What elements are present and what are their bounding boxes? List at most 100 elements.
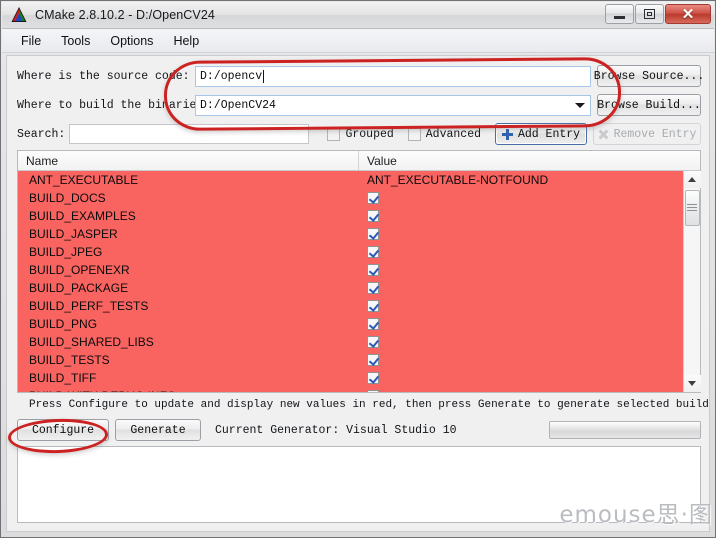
- column-header-value[interactable]: Value: [359, 151, 700, 170]
- watermark: emouse思·图: [559, 502, 713, 528]
- search-label: Search:: [17, 127, 66, 141]
- source-path-label: Where is the source code:: [17, 69, 190, 83]
- table-row[interactable]: BUILD_PERF_TESTS: [18, 297, 700, 315]
- checkbox-checked-icon[interactable]: [367, 390, 379, 392]
- status-hint-text: Press Configure to update and display ne…: [29, 399, 716, 411]
- menu-item-tools[interactable]: Tools: [52, 31, 99, 51]
- configure-button[interactable]: Configure: [17, 419, 109, 441]
- checkbox-checked-icon[interactable]: [367, 228, 379, 240]
- table-row[interactable]: BUILD_TESTS: [18, 351, 700, 369]
- cache-variable-name: BUILD_OPENEXR: [29, 263, 130, 277]
- minimize-button[interactable]: [605, 4, 634, 24]
- chevron-down-icon[interactable]: [575, 103, 585, 108]
- progress-bar: [549, 421, 701, 439]
- cache-variable-name: BUILD_PACKAGE: [29, 281, 129, 295]
- cache-variable-value[interactable]: [359, 354, 700, 366]
- browse-source-button[interactable]: Browse Source...: [594, 65, 704, 87]
- menu-item-options[interactable]: Options: [101, 31, 162, 51]
- cache-variable-value[interactable]: [359, 264, 700, 276]
- advanced-checkbox[interactable]: [407, 127, 421, 141]
- add-entry-button[interactable]: Add Entry: [495, 123, 587, 145]
- close-icon: ✕: [681, 5, 695, 23]
- table-row[interactable]: BUILD_JASPER: [18, 225, 700, 243]
- checkbox-checked-icon[interactable]: [367, 246, 379, 258]
- action-button-row: Configure Generate Current Generator: Vi…: [17, 418, 701, 442]
- table-row[interactable]: BUILD_OPENEXR: [18, 261, 700, 279]
- title-bar: CMake 2.8.10.2 - D:/OpenCV24 ✕: [2, 2, 714, 29]
- window-controls: ✕: [604, 4, 711, 24]
- triangle-up-icon: [688, 177, 696, 182]
- browse-build-button[interactable]: Browse Build...: [597, 94, 701, 116]
- advanced-checkbox-wrap[interactable]: Advanced: [407, 127, 481, 141]
- search-toolbar-row: Search: Grouped Advanced Add Entry Remov…: [17, 123, 701, 145]
- cache-variable-value[interactable]: [359, 318, 700, 330]
- cache-variable-value[interactable]: [359, 336, 700, 348]
- table-row[interactable]: ANT_EXECUTABLE ANT_EXECUTABLE-NOTFOUND: [18, 171, 700, 189]
- cache-variable-value[interactable]: ANT_EXECUTABLE-NOTFOUND: [359, 173, 700, 187]
- cache-variable-value[interactable]: [359, 282, 700, 294]
- scroll-down-button[interactable]: [683, 375, 701, 392]
- cache-variable-name: BUILD_TIFF: [29, 371, 97, 385]
- scrollbar-track[interactable]: [684, 188, 701, 375]
- table-vertical-scrollbar[interactable]: [683, 171, 701, 392]
- cache-variable-name: BUILD_TESTS: [29, 353, 110, 367]
- cache-variable-value[interactable]: [359, 246, 700, 258]
- table-row[interactable]: BUILD_PNG: [18, 315, 700, 333]
- cache-variable-name: BUILD_JPEG: [29, 245, 103, 259]
- checkbox-checked-icon[interactable]: [367, 372, 379, 384]
- table-row[interactable]: BUILD_SHARED_LIBS: [18, 333, 700, 351]
- table-row[interactable]: BUILD_PACKAGE: [18, 279, 700, 297]
- checkbox-checked-icon[interactable]: [367, 264, 379, 276]
- cache-variable-value[interactable]: [359, 192, 700, 204]
- cache-variable-name: BUILD_SHARED_LIBS: [29, 335, 154, 349]
- cache-variables-table: Name Value ANT_EXECUTABLE ANT_EXECUTABLE-…: [17, 150, 701, 393]
- build-path-value: D:/OpenCV24: [200, 98, 276, 112]
- cache-variable-value[interactable]: [359, 210, 700, 222]
- checkbox-checked-icon[interactable]: [367, 210, 379, 222]
- build-path-row: Where to build the binaries: D:/OpenCV24…: [17, 94, 701, 116]
- checkbox-checked-icon[interactable]: [367, 318, 379, 330]
- cache-variable-name: BUILD_DOCS: [29, 191, 106, 205]
- cmake-gui-window: CMake 2.8.10.2 - D:/OpenCV24 ✕ File Tool…: [0, 0, 716, 538]
- table-row[interactable]: BUILD_JPEG: [18, 243, 700, 261]
- cache-variable-value[interactable]: [359, 390, 700, 392]
- cache-variable-value[interactable]: [359, 228, 700, 240]
- close-button[interactable]: ✕: [665, 4, 711, 24]
- scrollbar-thumb[interactable]: [684, 190, 700, 226]
- build-path-combobox[interactable]: D:/OpenCV24: [195, 94, 591, 116]
- generate-button[interactable]: Generate: [115, 419, 201, 441]
- table-header: Name Value: [18, 151, 700, 171]
- menu-item-help[interactable]: Help: [164, 31, 208, 51]
- table-row[interactable]: BUILD_TIFF: [18, 369, 700, 387]
- checkbox-checked-icon[interactable]: [367, 300, 379, 312]
- triangle-down-icon: [688, 381, 696, 386]
- cache-variable-name: BUILD WITH DEBUG INFO: [18, 389, 359, 392]
- current-generator-label: Current Generator: Visual Studio 10: [215, 423, 457, 437]
- checkbox-checked-icon[interactable]: [367, 192, 379, 204]
- maximize-button[interactable]: [635, 4, 664, 24]
- restore-icon: [644, 9, 655, 19]
- remove-entry-label: Remove Entry: [613, 127, 697, 141]
- cache-variable-value[interactable]: [359, 300, 700, 312]
- advanced-label: Advanced: [425, 127, 481, 141]
- table-row[interactable]: BUILD_DOCS: [18, 189, 700, 207]
- grouped-checkbox-wrap[interactable]: Grouped: [327, 127, 394, 141]
- menu-item-file[interactable]: File: [12, 31, 50, 51]
- search-input[interactable]: [69, 124, 309, 144]
- table-body: ANT_EXECUTABLE ANT_EXECUTABLE-NOTFOUND BUI…: [18, 171, 700, 392]
- table-row[interactable]: BUILD_EXAMPLES: [18, 207, 700, 225]
- grip-icon: [687, 204, 697, 212]
- column-header-name[interactable]: Name: [18, 151, 359, 170]
- checkbox-checked-icon[interactable]: [367, 282, 379, 294]
- remove-x-icon: [598, 129, 609, 140]
- scroll-up-button[interactable]: [683, 171, 701, 188]
- table-row[interactable]: BUILD WITH DEBUG INFO: [18, 387, 700, 392]
- checkbox-checked-icon[interactable]: [367, 354, 379, 366]
- window-title: CMake 2.8.10.2 - D:/OpenCV24: [35, 8, 215, 22]
- build-path-label: Where to build the binaries:: [17, 98, 211, 112]
- cache-variable-value[interactable]: [359, 372, 700, 384]
- menu-bar: File Tools Options Help: [2, 29, 714, 53]
- source-path-input[interactable]: D:/opencv: [195, 65, 591, 87]
- grouped-checkbox[interactable]: [327, 127, 341, 141]
- checkbox-checked-icon[interactable]: [367, 336, 379, 348]
